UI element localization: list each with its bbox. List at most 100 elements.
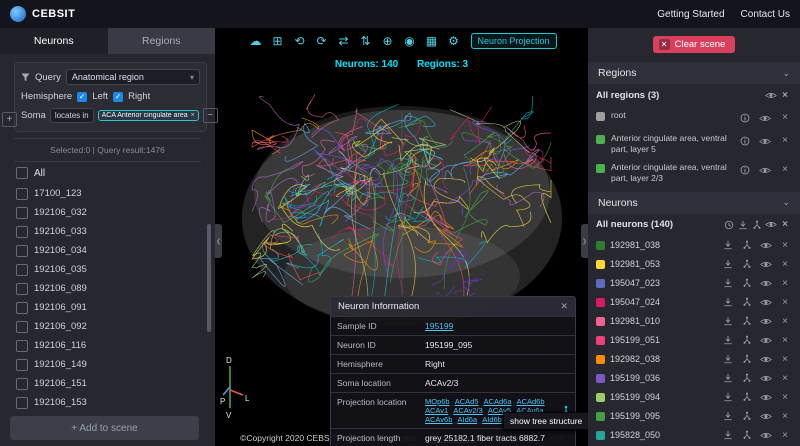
info-icon[interactable] <box>738 111 752 125</box>
neuron-list-item[interactable]: 192106_149 <box>16 355 215 374</box>
eye-icon[interactable] <box>759 352 773 366</box>
eye-icon[interactable] <box>759 333 773 347</box>
scene-neuron-item[interactable]: 192982_038 × <box>588 350 800 369</box>
scene-neuron-item[interactable]: 195047_024 × <box>588 293 800 312</box>
neuron-list-item[interactable]: 192106_151 <box>16 374 215 393</box>
all-neurons-row[interactable]: All neurons (140) × <box>588 214 800 236</box>
swap-vertical-icon[interactable]: ⇅ <box>356 33 374 49</box>
close-icon[interactable]: ✕ <box>560 301 568 312</box>
eye-icon[interactable] <box>759 276 773 290</box>
checkbox[interactable] <box>16 167 28 179</box>
right-hemisphere-checkbox[interactable] <box>113 92 123 102</box>
branch-icon[interactable] <box>740 371 754 385</box>
branch-icon[interactable] <box>740 238 754 252</box>
collapse-left-panel-handle[interactable]: ❮ <box>215 224 222 258</box>
scene-neuron-item[interactable]: 192981_010 × <box>588 312 800 331</box>
add-to-scene-button[interactable]: + Add to scene <box>10 416 199 440</box>
scene-neuron-item[interactable]: 195047_023 × <box>588 274 800 293</box>
download-icon[interactable] <box>721 257 735 271</box>
eye-icon[interactable] <box>758 111 772 125</box>
scene-neuron-item[interactable]: 195199_036 × <box>588 369 800 388</box>
close-icon[interactable]: × <box>778 88 792 102</box>
eye-icon[interactable] <box>759 390 773 404</box>
download-icon[interactable] <box>721 390 735 404</box>
neuron-list-item[interactable]: 192106_091 <box>16 298 215 317</box>
checkbox[interactable] <box>16 378 28 390</box>
checkbox[interactable] <box>16 321 28 333</box>
close-icon[interactable]: × <box>778 352 792 366</box>
eye-icon[interactable] <box>764 88 778 102</box>
neuron-list-item[interactable]: 192106_032 <box>16 203 215 222</box>
checkbox[interactable] <box>16 188 28 200</box>
projection-region-link[interactable]: ACAd5 <box>455 397 479 406</box>
region-item[interactable]: Anterior cingulate area, ventral part, l… <box>588 129 800 158</box>
info-icon[interactable] <box>738 163 752 177</box>
close-icon[interactable]: × <box>778 371 792 385</box>
getting-started-link[interactable]: Getting Started <box>657 9 724 20</box>
add-query-button[interactable]: + <box>2 112 17 127</box>
neuron-list-item[interactable]: 192106_034 <box>16 241 215 260</box>
download-icon[interactable] <box>721 295 735 309</box>
rotate-cw-icon[interactable]: ⟳ <box>312 33 330 49</box>
branch-icon[interactable] <box>740 390 754 404</box>
cloud-icon[interactable]: ☁ <box>246 33 264 49</box>
remove-condition-button[interactable]: − <box>203 108 218 123</box>
close-icon[interactable]: × <box>778 428 792 442</box>
neuron-list-item[interactable]: 17100_123 <box>16 184 215 203</box>
layers-icon[interactable]: ▦ <box>422 33 440 49</box>
close-icon[interactable]: × <box>191 112 195 119</box>
info-icon[interactable] <box>738 134 752 148</box>
neuron-list-item[interactable]: 192106_116 <box>16 336 215 355</box>
close-icon[interactable]: × <box>778 238 792 252</box>
scene-neuron-item[interactable]: 195199_051 × <box>588 331 800 350</box>
collapse-right-panel-handle[interactable]: ❯ <box>581 224 588 258</box>
tab-neurons[interactable]: Neurons <box>0 28 108 54</box>
download-icon[interactable] <box>721 276 735 290</box>
branch-icon[interactable] <box>740 333 754 347</box>
tab-regions[interactable]: Regions <box>108 28 216 54</box>
eye-icon[interactable] <box>759 428 773 442</box>
close-icon[interactable]: × <box>778 295 792 309</box>
query-type-select[interactable]: Anatomical region ▾ <box>66 69 200 85</box>
branch-icon[interactable] <box>740 352 754 366</box>
projection-region-link[interactable]: ACAv2/3 <box>453 406 482 415</box>
branch-icon[interactable] <box>740 257 754 271</box>
projection-region-link[interactable]: AId6a <box>457 415 477 424</box>
projection-region-link[interactable]: ACAd6a <box>484 397 512 406</box>
close-icon[interactable]: × <box>778 218 792 232</box>
scene-neuron-item[interactable]: 195828_050 × <box>588 426 800 445</box>
close-icon[interactable]: × <box>778 111 792 125</box>
eye-icon[interactable] <box>759 371 773 385</box>
close-icon[interactable]: × <box>778 409 792 423</box>
download-icon[interactable] <box>721 371 735 385</box>
scene-neuron-item[interactable]: 192981_053 × <box>588 255 800 274</box>
select-all-row[interactable]: All <box>0 162 215 184</box>
viewer-3d[interactable]: ☁⊞⟲⟳⇄⇅⊕◉▦⚙ Neuron Projection Neurons: 14… <box>215 28 588 446</box>
branch-icon[interactable] <box>740 314 754 328</box>
rotate-ccw-icon[interactable]: ⟲ <box>290 33 308 49</box>
left-scrollbar[interactable] <box>207 224 211 332</box>
checkbox[interactable] <box>16 207 28 219</box>
branch-icon[interactable] <box>740 409 754 423</box>
download-icon[interactable] <box>721 314 735 328</box>
close-icon[interactable]: × <box>778 390 792 404</box>
eye-icon[interactable] <box>759 257 773 271</box>
eye-icon[interactable] <box>759 238 773 252</box>
all-regions-row[interactable]: All regions (3) × <box>588 84 800 106</box>
neuron-list-item[interactable]: 192106_153 <box>16 393 215 412</box>
checkbox[interactable] <box>16 264 28 276</box>
close-icon[interactable]: × <box>778 314 792 328</box>
checkbox[interactable] <box>16 245 28 257</box>
download-icon[interactable] <box>721 352 735 366</box>
region-filter-chip[interactable]: ACA Anterior cingulate area × <box>98 110 199 121</box>
history-icon[interactable] <box>722 218 736 232</box>
settings-icon[interactable]: ⚙ <box>444 33 462 49</box>
zoom-reset-icon[interactable]: ⊕ <box>378 33 396 49</box>
neuron-list-item[interactable]: 192106_092 <box>16 317 215 336</box>
eye-icon[interactable] <box>758 134 772 148</box>
close-icon[interactable]: × <box>778 333 792 347</box>
contact-us-link[interactable]: Contact Us <box>741 9 790 20</box>
projection-region-link[interactable]: AId6b <box>482 415 502 424</box>
branch-icon[interactable] <box>740 428 754 442</box>
projection-region-link[interactable]: ACAd6b <box>517 397 545 406</box>
